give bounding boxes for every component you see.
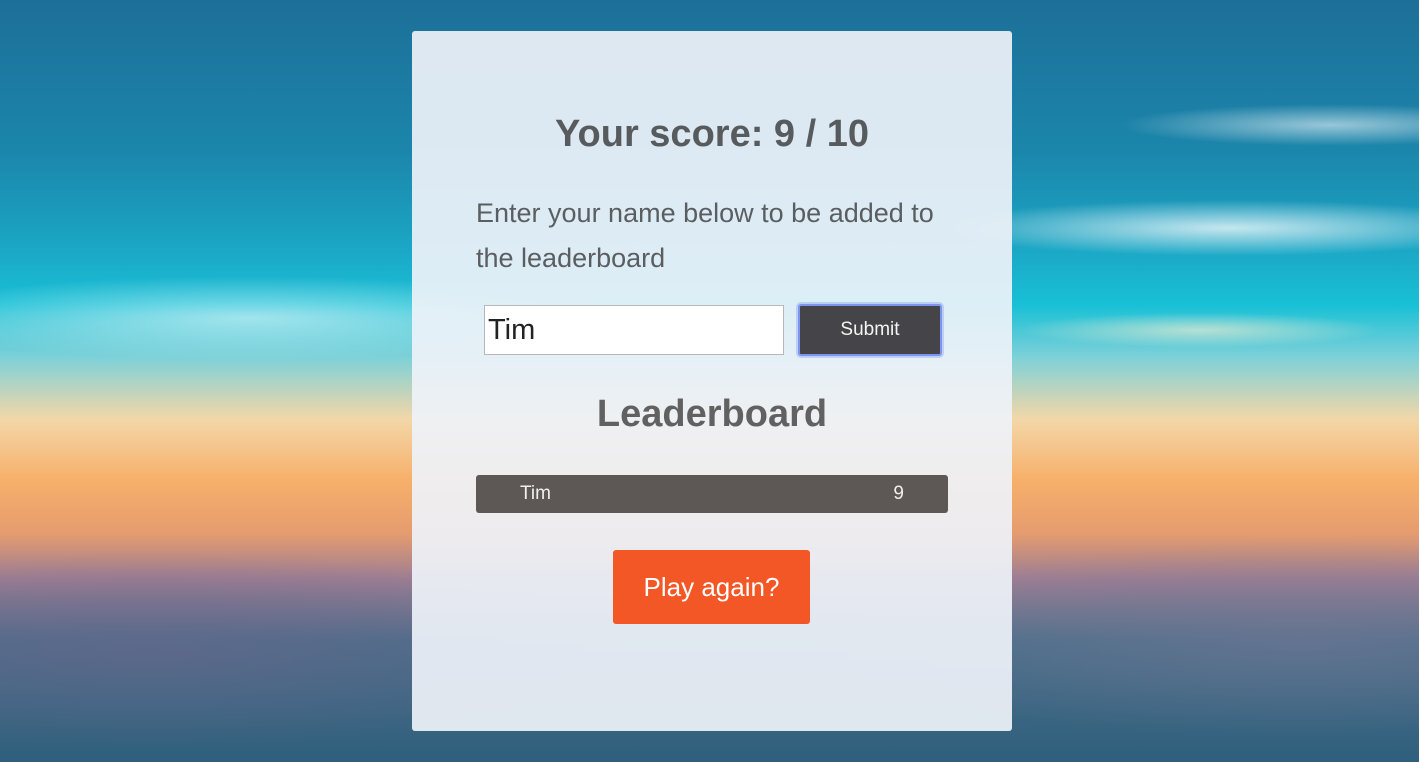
name-input[interactable] — [484, 305, 784, 355]
results-card: Your score: 9 / 10 Enter your name below… — [412, 31, 1012, 731]
leaderboard-title: Leaderboard — [596, 393, 828, 435]
play-again-button[interactable]: Play again? — [613, 550, 810, 624]
leaderboard-list: Tim 9 — [476, 475, 948, 513]
submit-button[interactable]: Submit — [798, 304, 942, 356]
score-heading: Your score: 9 / 10 — [555, 113, 869, 155]
leaderboard-entry-score: 9 — [893, 483, 904, 504]
leaderboard-entry-name: Tim — [520, 483, 551, 504]
leaderboard-prompt: Enter your name below to be added to the… — [476, 198, 934, 273]
leaderboard-row: Tim 9 — [476, 475, 948, 513]
